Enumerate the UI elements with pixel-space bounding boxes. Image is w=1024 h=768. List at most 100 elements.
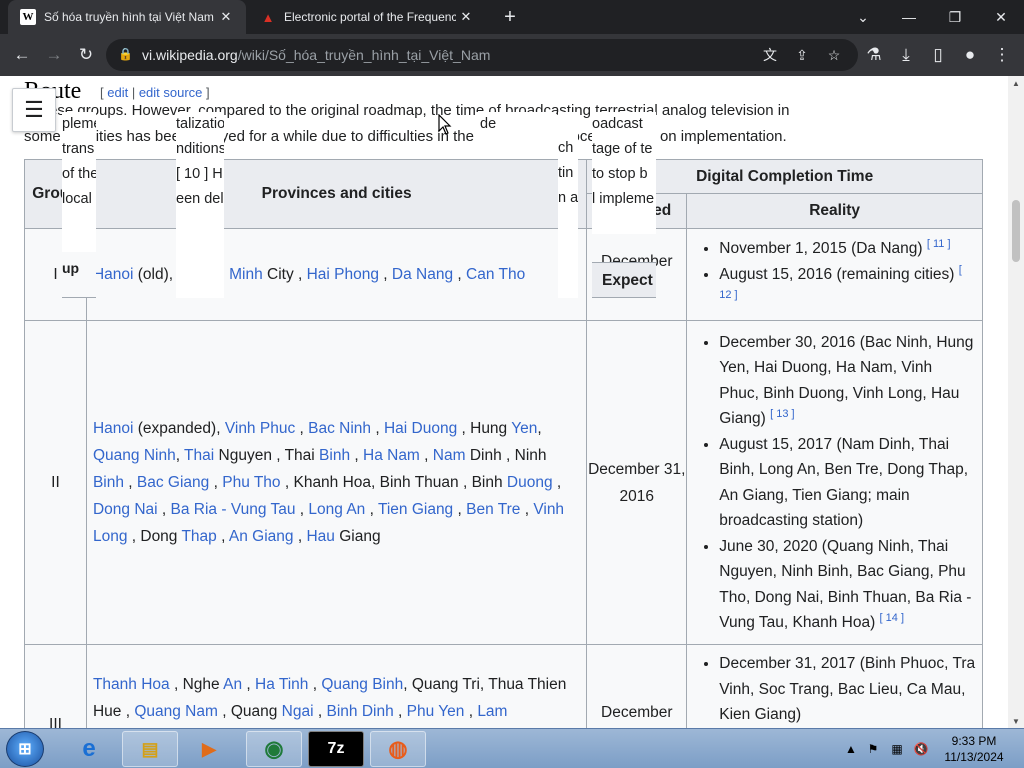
province-link[interactable]: Hai Phong [307,266,379,283]
new-tab-button[interactable]: + [498,5,522,29]
province-link[interactable]: Hanoi [93,420,134,437]
province-link[interactable]: Phu Yen [407,703,465,720]
province-link[interactable]: Yen [511,420,537,437]
province-link[interactable]: Quang Nam [134,703,218,720]
close-tab-icon[interactable]: ✕ [216,7,236,27]
7zip-icon[interactable]: 7z [308,731,364,767]
province-link[interactable]: Thap [181,528,216,545]
reference-link[interactable]: [ 11 ] [927,238,951,250]
translate-icon[interactable]: 文 [758,43,782,67]
back-icon[interactable]: ← [8,41,36,69]
province-link[interactable]: Tien Giang [378,501,453,518]
app-icon[interactable]: ◍ [370,731,426,767]
overlay-text: oadcast [592,116,643,132]
province-text: , [295,501,309,518]
reality-cell: December 30, 2016 (Bac Ninh, Hung Yen, H… [686,320,983,645]
province-link[interactable]: Ba Ria - Vung Tau [171,501,296,518]
list-item: August 15, 2016 (remaining cities) [ 12 … [719,262,976,313]
start-button[interactable]: ⊞ [6,731,44,767]
province-link[interactable]: Hai Duong [384,420,457,437]
province-link[interactable]: Bac Giang [137,474,209,491]
province-link[interactable]: Bac Ninh [308,420,371,437]
chrome-icon[interactable]: ◉ [246,731,302,767]
scroll-down-icon[interactable]: ▼ [1008,714,1024,728]
overlay-text: [ 10 ] H [176,166,223,182]
tab-search-icon[interactable]: ⌄ [840,0,886,34]
edit-source-link[interactable]: edit source [139,85,203,100]
province-link[interactable]: Long An [308,501,365,518]
province-text: , Khanh Hoa, Binh Thuan , Binh [280,474,507,491]
province-link[interactable]: Thai [184,447,214,464]
close-window-button[interactable]: ✕ [978,0,1024,34]
ie-icon[interactable]: e [66,731,112,767]
province-link[interactable]: Dong Nai [93,501,158,518]
tab-wikipedia[interactable]: W Số hóa truyền hình tại Việt Nam ✕ [8,0,246,34]
province-link[interactable]: Phu Tho [222,474,280,491]
close-tab-icon[interactable]: ✕ [456,7,476,27]
province-link[interactable]: Quang Binh [321,676,403,693]
reload-icon[interactable]: ↻ [72,41,100,69]
list-item: June 30, 2020 (Quang Ninh, Thai Nguyen, … [719,534,976,636]
province-link[interactable]: Ha Tinh [255,676,308,693]
province-link[interactable]: Binh [319,447,350,464]
province-link[interactable]: An [223,676,242,693]
action-center-flag-icon[interactable]: ⚑ [862,729,884,768]
list-item: December 30, 2016 (Bac Ninh, Hung Yen, H… [719,330,976,432]
province-text: , [419,447,433,464]
province-link[interactable]: Duong [507,474,553,491]
vertical-scrollbar[interactable]: ▲ ▼ [1008,76,1024,728]
province-text: , [537,420,542,437]
province-text: , Nghe [169,676,224,693]
province-link[interactable]: Vinh Phuc [225,420,295,437]
province-link[interactable]: Ngai [282,703,314,720]
share-icon[interactable]: ⇪ [790,43,814,67]
group-cell: II [24,320,87,645]
province-link[interactable]: Ben Tre [466,501,520,518]
scrollbar-thumb[interactable] [1012,200,1020,262]
reality-list: November 1, 2015 (Da Nang) [ 11 ]August … [687,236,982,313]
province-link[interactable]: Hau [306,528,334,545]
province-link[interactable]: Thanh Hoa [93,676,170,693]
tab-portal[interactable]: ▲ Electronic portal of the Frequency ✕ [248,0,486,34]
province-link[interactable]: An Giang [229,528,294,545]
province-link[interactable]: Binh [93,474,124,491]
menu-kebab-icon[interactable]: ⋮ [988,41,1016,69]
edit-links: [ edit | edit source ] [100,85,210,100]
overlay-fragment: ch tin n a [558,112,578,298]
side-panel-icon[interactable]: ▯ [924,41,952,69]
address-bar[interactable]: 🔒 vi.wikipedia.org/wiki/Số_hóa_truyền_hì… [106,39,858,71]
reality-cell: November 1, 2015 (Da Nang) [ 11 ]August … [686,228,983,321]
profile-icon[interactable]: ● [956,41,984,69]
province-link[interactable]: Nam [433,447,466,464]
forward-icon[interactable]: → [40,41,68,69]
province-link[interactable]: Binh Dinh [326,703,393,720]
table-of-contents-icon[interactable]: ☰ [12,88,56,132]
labs-flask-icon[interactable]: ⚗ [860,41,888,69]
download-icon[interactable]: ⤓ [892,41,920,69]
province-link[interactable]: Quang Ninh [93,447,176,464]
province-link[interactable]: Ha Nam [363,447,420,464]
explorer-icon[interactable]: ▤ [122,731,178,767]
system-clock[interactable]: 9:33 PM 11/13/2024 [944,733,1004,765]
reference-link[interactable]: [ 14 ] [880,612,904,624]
overlay-text: nditions [176,141,224,157]
province-text: , [520,501,534,518]
overlay-text: Expect [602,272,653,289]
url-text[interactable]: vi.wikipedia.org/wiki/Số_hóa_truyền_hình… [142,39,490,71]
bookmark-star-icon[interactable]: ☆ [822,43,846,67]
media-player-icon[interactable]: ▶ [186,731,232,767]
show-hidden-icons[interactable]: ▲ [842,729,860,768]
lock-icon[interactable]: 🔒 [118,47,133,63]
maximize-button[interactable]: ❐ [932,0,978,34]
volume-muted-icon[interactable]: 🔇 [910,729,932,768]
province-link[interactable]: Da Nang [392,266,453,283]
province-link[interactable]: Hanoi [93,266,134,283]
province-text: , [216,528,229,545]
edit-link[interactable]: edit [107,85,128,100]
province-link[interactable]: Lam [477,703,507,720]
reference-link[interactable]: [ 13 ] [770,408,794,420]
province-link[interactable]: Can Tho [466,266,525,283]
scroll-up-icon[interactable]: ▲ [1008,76,1024,90]
network-icon[interactable]: ▦ [886,729,908,768]
minimize-button[interactable]: — [886,0,932,34]
